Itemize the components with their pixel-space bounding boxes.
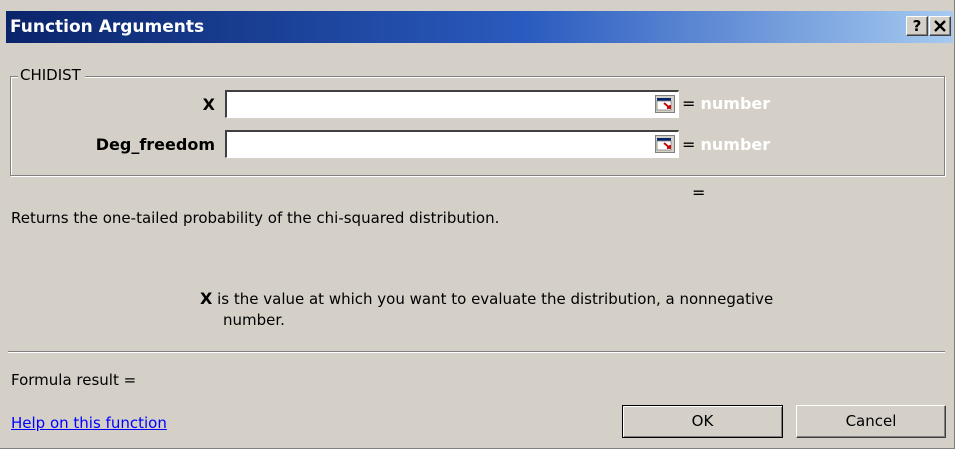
arg-label-x: X <box>202 95 215 114</box>
x-hint: = number <box>682 94 771 113</box>
divider <box>8 351 945 353</box>
close-button[interactable] <box>929 16 951 36</box>
formula-result: Formula result = <box>11 371 137 389</box>
window-title: Function Arguments <box>10 17 205 37</box>
deg-freedom-collapse-dialog-icon[interactable] <box>655 135 675 153</box>
function-arguments-dialog: Function Arguments ? CHIDIST X = number … <box>0 0 955 449</box>
close-icon <box>934 20 946 32</box>
deg-freedom-input[interactable] <box>225 130 679 158</box>
x-collapse-dialog-icon[interactable] <box>655 95 675 113</box>
argument-description-text-line2: number. <box>223 311 285 329</box>
argument-description: X is the value at which you want to eval… <box>200 288 945 331</box>
title-bar[interactable]: Function Arguments ? <box>6 11 953 43</box>
help-title-button[interactable]: ? <box>906 16 928 36</box>
argument-description-name: X <box>200 289 213 308</box>
arg-label-deg-freedom: Deg_freedom <box>95 135 215 154</box>
function-description: Returns the one-tailed probability of th… <box>11 209 500 227</box>
deg-freedom-hint: = number <box>682 135 771 154</box>
cancel-button[interactable]: Cancel <box>796 405 946 438</box>
ok-button[interactable]: OK <box>622 405 783 438</box>
function-result-equals: = <box>692 183 706 202</box>
help-on-function-link[interactable]: Help on this function <box>11 413 167 433</box>
argument-description-text: is the value at which you want to evalua… <box>212 290 774 308</box>
function-name: CHIDIST <box>18 66 85 84</box>
x-input[interactable] <box>225 90 679 118</box>
